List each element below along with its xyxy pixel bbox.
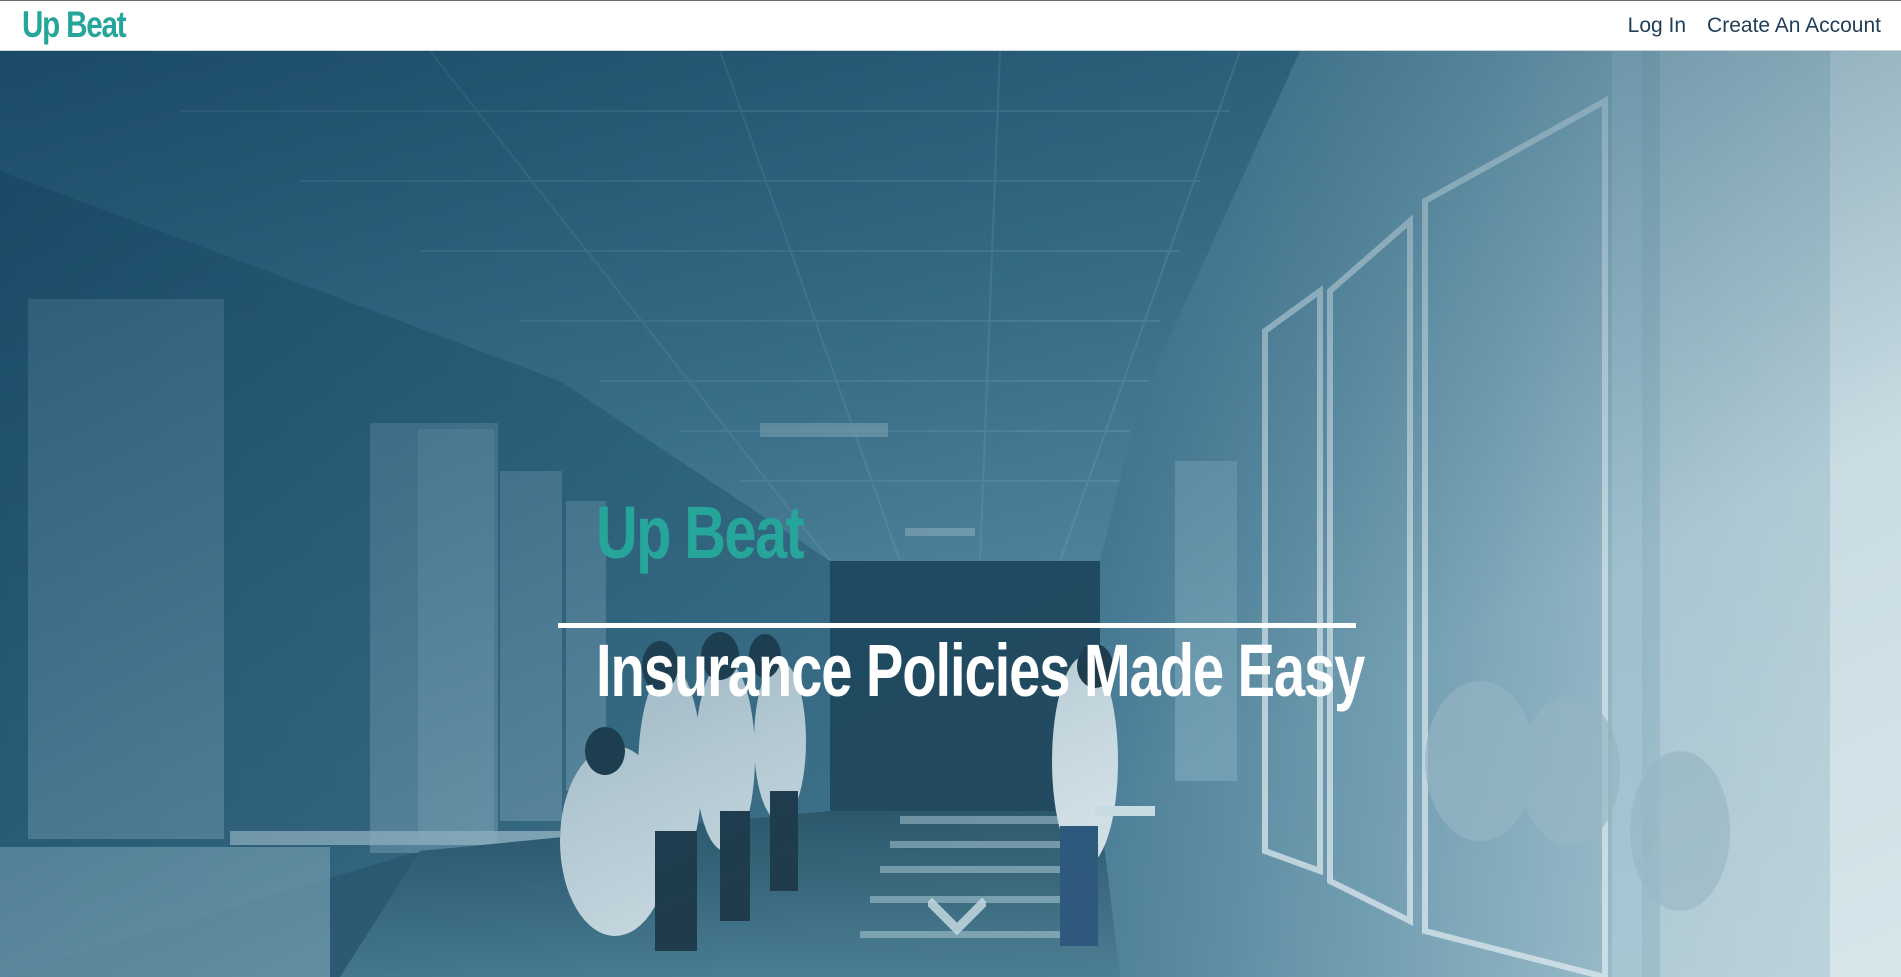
scroll-down-button[interactable]	[925, 897, 989, 938]
top-navbar: Up Beat Log In Create An Account	[0, 0, 1901, 51]
hero-section: Up Beat Insurance Policies Made Easy	[0, 51, 1901, 977]
login-link[interactable]: Log In	[1628, 13, 1686, 39]
brand-logo[interactable]: Up Beat	[22, 3, 127, 47]
top-nav: Log In Create An Account	[1628, 13, 1881, 39]
hero-tagline: Insurance Policies Made Easy	[596, 629, 1365, 712]
hero-title: Up Beat	[596, 491, 805, 574]
hero-background-image	[0, 51, 1901, 977]
chevron-down-icon	[925, 897, 989, 936]
create-account-link[interactable]: Create An Account	[1707, 13, 1881, 39]
